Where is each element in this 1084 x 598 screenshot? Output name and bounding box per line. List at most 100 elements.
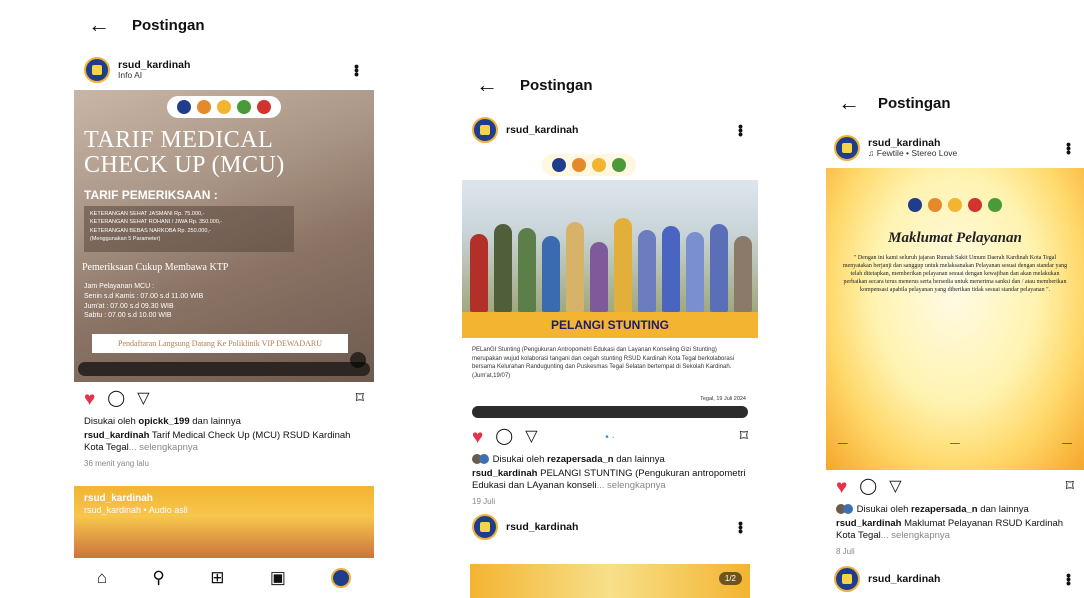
tarif-heading: TARIF PEMERIKSAAN : bbox=[84, 188, 218, 202]
post-subtitle[interactable]: Info AI bbox=[118, 70, 342, 81]
post-image-pelangi[interactable]: PELANGI STUNTING PELanGI Stunting (Pengu… bbox=[462, 150, 758, 420]
logo-icon bbox=[908, 198, 922, 212]
post-screen-pelangi: ← Postingan rsud_kardinah ••• PELANGI ST… bbox=[462, 60, 758, 598]
liker-username[interactable]: opickk_199 bbox=[138, 416, 189, 427]
caption-username[interactable]: rsud_kardinah bbox=[836, 518, 901, 529]
page-title: Postingan bbox=[878, 94, 951, 112]
logo-icon bbox=[197, 100, 211, 114]
like-heart-icon[interactable]: ♥ bbox=[84, 390, 95, 409]
logo-icon bbox=[968, 198, 982, 212]
group-photo bbox=[462, 180, 758, 312]
liker-avatars bbox=[836, 504, 854, 515]
like-heart-icon[interactable]: ♥ bbox=[472, 428, 483, 447]
liker-username[interactable]: rezapersada_n bbox=[911, 504, 978, 515]
more-link[interactable]: ... selengkapnya bbox=[881, 530, 950, 541]
avatar[interactable] bbox=[834, 135, 860, 161]
reel-audio[interactable]: rsud_kardinah • Audio asli bbox=[84, 505, 188, 515]
ktp-note: Pemeriksaan Cukup Membawa KTP bbox=[82, 262, 229, 273]
comment-icon[interactable]: ◯ bbox=[495, 429, 513, 445]
bookmark-icon[interactable]: ⌑ bbox=[356, 391, 364, 407]
more-options-icon[interactable]: ••• bbox=[733, 123, 749, 137]
post-time: 8 Juli bbox=[836, 546, 855, 556]
back-arrow-icon[interactable]: ← bbox=[476, 74, 498, 96]
search-icon[interactable]: ⚲ bbox=[152, 568, 164, 588]
post-header: rsud_kardinah Info AI ••• bbox=[74, 50, 374, 90]
reels-icon[interactable]: ▣ bbox=[270, 568, 286, 588]
avatar[interactable] bbox=[834, 565, 860, 592]
share-icon[interactable]: ▽ bbox=[889, 479, 901, 495]
comment-icon[interactable]: ◯ bbox=[859, 479, 877, 495]
liker-avatars bbox=[472, 454, 490, 465]
avatar[interactable] bbox=[472, 117, 498, 143]
next-post-preview[interactable]: 1/2 bbox=[470, 564, 750, 598]
more-link[interactable]: ... selengkapnya bbox=[129, 442, 198, 453]
comment-icon[interactable]: ◯ bbox=[107, 391, 125, 407]
logo-icon bbox=[552, 158, 566, 172]
post-actions: ♥ ◯ ▽ • · ⌑ bbox=[462, 420, 758, 454]
maklumat-heading: Maklumat Pelayanan bbox=[888, 230, 1022, 246]
post-screen-maklumat: ← Postingan rsud_kardinah ♫ Fewtile • St… bbox=[826, 78, 1084, 598]
reel-username[interactable]: rsud_kardinah bbox=[84, 493, 153, 504]
post-actions: ♥ ◯ ▽ ⌑ bbox=[826, 470, 1084, 504]
avatar[interactable] bbox=[84, 57, 110, 83]
share-icon[interactable]: ▽ bbox=[525, 429, 537, 445]
avatar[interactable] bbox=[472, 513, 498, 540]
next-post-header: rsud_kardinah ••• bbox=[462, 506, 758, 548]
signature-block: ━━━━ bbox=[838, 441, 848, 446]
profile-avatar-icon[interactable] bbox=[331, 568, 352, 588]
logo-icon bbox=[928, 198, 942, 212]
caption: rsud_kardinah PELANGI STUNTING (Pengukur… bbox=[472, 468, 746, 492]
service-hours: Jam Pelayanan MCU : Senin s.d Kamis : 07… bbox=[84, 283, 204, 320]
more-link[interactable]: ... selengkapnya bbox=[596, 480, 665, 491]
top-bar: ← Postingan bbox=[74, 0, 374, 50]
caption: rsud_kardinah Maklumat Pelayanan RSUD Ka… bbox=[836, 518, 1064, 542]
more-options-icon[interactable]: ••• bbox=[1061, 141, 1077, 155]
bookmark-icon[interactable]: ⌑ bbox=[740, 429, 748, 445]
username[interactable]: rsud_kardinah bbox=[118, 59, 342, 71]
username[interactable]: rsud_kardinah bbox=[506, 124, 726, 136]
caption-username[interactable]: rsud_kardinah bbox=[84, 430, 149, 441]
next-post-header: rsud_kardinah ••• bbox=[826, 556, 1084, 598]
username[interactable]: rsud_kardinah bbox=[506, 521, 726, 533]
back-arrow-icon[interactable]: ← bbox=[88, 14, 110, 36]
logo-bar bbox=[542, 154, 636, 176]
post-time: 36 menit yang lalu bbox=[84, 458, 149, 468]
signature-block: ━━━━ bbox=[950, 441, 960, 446]
pelangi-description: PELanGI Stunting (Pengukuran Antropometr… bbox=[472, 347, 735, 380]
home-icon[interactable]: ⌂ bbox=[97, 568, 107, 588]
liker-username[interactable]: rezapersada_n bbox=[547, 454, 614, 465]
username[interactable]: rsud_kardinah bbox=[868, 573, 1054, 585]
person bbox=[662, 226, 680, 312]
back-arrow-icon[interactable]: ← bbox=[838, 92, 860, 114]
share-icon[interactable]: ▽ bbox=[137, 391, 149, 407]
signatures: ━━━━ ━━━━ ━━━━ bbox=[834, 441, 1076, 446]
person bbox=[638, 230, 656, 312]
logo-icon bbox=[592, 158, 606, 172]
like-heart-icon[interactable]: ♥ bbox=[836, 478, 847, 497]
post-image-maklumat[interactable]: Maklumat Pelayanan " Dengan ini kami sel… bbox=[826, 168, 1084, 470]
post-actions: ♥ ◯ ▽ ⌑ bbox=[74, 382, 374, 416]
next-post-reel[interactable]: rsud_kardinah rsud_kardinah • Audio asli bbox=[74, 486, 374, 562]
reel-info: rsud_kardinah rsud_kardinah • Audio asli bbox=[84, 492, 188, 517]
logo-icon bbox=[177, 100, 191, 114]
add-post-icon[interactable]: ⊞ bbox=[210, 568, 224, 588]
maklumat-card: Maklumat Pelayanan " Dengan ini kami sel… bbox=[834, 180, 1076, 462]
post-author: rsud_kardinah ♫ Fewtile • Stereo Love bbox=[868, 137, 1054, 159]
post-header: rsud_kardinah ••• bbox=[462, 110, 758, 150]
more-options-icon[interactable]: ••• bbox=[349, 63, 365, 77]
caption-username[interactable]: rsud_kardinah bbox=[472, 468, 537, 479]
more-options-icon[interactable]: ••• bbox=[733, 520, 749, 534]
bookmark-icon[interactable]: ⌑ bbox=[1066, 479, 1074, 495]
music-info[interactable]: ♫ Fewtile • Stereo Love bbox=[868, 148, 1054, 159]
post-author: rsud_kardinah Info AI bbox=[118, 59, 342, 81]
logo-icon bbox=[612, 158, 626, 172]
registration-note: Pendaftaran Langsung Datang Ke Poliklini… bbox=[92, 334, 348, 353]
audio-icon[interactable] bbox=[350, 352, 366, 368]
signature-block: ━━━━ bbox=[1062, 441, 1072, 446]
carousel-dots: • · bbox=[605, 431, 615, 443]
person bbox=[494, 224, 512, 312]
pelangi-banner: PELANGI STUNTING bbox=[550, 318, 669, 332]
post-image-mcu[interactable]: TARIF MEDICAL CHECK UP (MCU) TARIF PEMER… bbox=[74, 90, 374, 382]
person bbox=[518, 228, 536, 312]
more-options-icon[interactable]: ••• bbox=[1061, 572, 1077, 586]
